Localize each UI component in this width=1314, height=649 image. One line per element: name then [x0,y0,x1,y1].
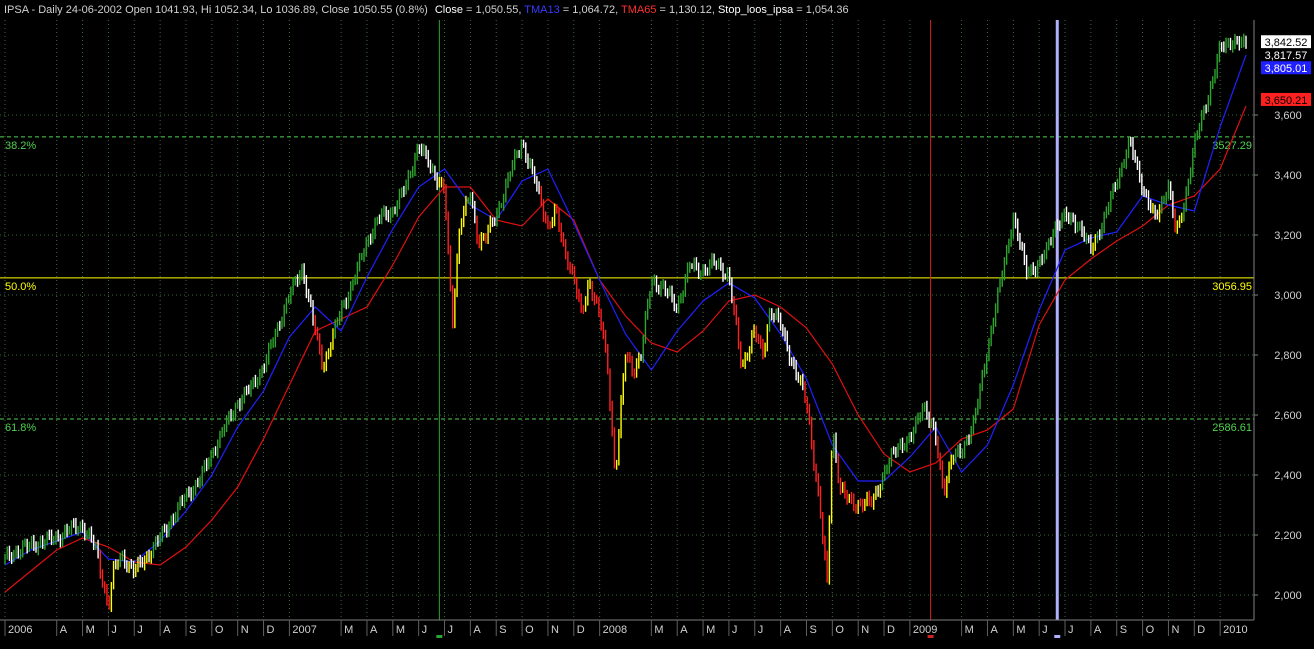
time-tick-label: J [1042,624,1048,636]
time-tick-label: M [344,624,353,636]
price-tick-label: 2,400 [1274,470,1302,482]
chart-header: IPSA - Daily 24-06-2002 Open 1041.93, Hi… [4,4,849,16]
price-tick-label: 3,600 [1274,110,1302,122]
time-tick-label: N [551,624,559,636]
time-tick-label: M [86,624,95,636]
time-tick-label: M [706,624,715,636]
fib-value-label: 3056.95 [1212,281,1252,293]
fib-value-label: 2586.61 [1212,422,1252,434]
time-tick-label: M [396,624,405,636]
time-tick-label: S [189,624,196,636]
header-stop-value: = 1,054.36 [796,4,848,16]
header-tma13-value: = 1,064.72, [563,4,621,16]
time-tick-label: O [835,624,844,636]
time-tick-label: J [758,624,764,636]
vertical-marker-tick [1054,635,1061,638]
time-tick-label: 2009 [913,624,937,636]
time-tick-label: A [370,624,378,636]
header-tma65-label: TMA65 [621,4,656,16]
price-tick-label: 3,400 [1274,170,1302,182]
time-tick-label: D [1197,624,1205,636]
time-tick-label: A [1094,624,1102,636]
time-tick-label: 2008 [603,624,627,636]
fib-value-label: 3527.29 [1212,140,1252,152]
time-tick-label: N [861,624,869,636]
time-tick-label: 2006 [8,624,32,636]
time-tick-label: N [241,624,249,636]
fib-name-label: 50.0% [5,281,36,293]
time-tick-label: S [809,624,816,636]
time-tick-label: M [965,624,974,636]
price-tick-label: 2,600 [1274,410,1302,422]
header-close-value: = 1,050.55, [466,4,524,16]
time-tick-label: 2010 [1223,624,1247,636]
value-tags: 3,842.523,817.573,805.01 3,650.21 [1261,35,1311,107]
time-tick-label: A [990,624,998,636]
time-tick-label: A [680,624,688,636]
time-tick-label: A [473,624,481,636]
value-tag-label: 3,805.01 [1265,63,1308,75]
time-tick-label: S [1120,624,1127,636]
time-tick-label: D [577,624,585,636]
time-tick-label: M [654,624,663,636]
header-close-label: Close [435,4,463,16]
time-tick-label: D [887,624,895,636]
time-tick-label: S [499,624,506,636]
header-instrument: IPSA - Daily 24-06-2002 Open 1041.93, Hi… [4,4,428,16]
value-tag-label: 3,842.52 [1265,37,1308,49]
price-tick-label: 2,200 [1274,530,1302,542]
price-chart[interactable]: 38.2% 3527.29 50.0% 3056.95 61.8% 2586.61 2,0… [0,0,1314,649]
time-tick-label: J [111,624,117,636]
price-tick-label: 3,200 [1274,230,1302,242]
header-tma65-value: = 1,130.12, [660,4,718,16]
time-tick-label: O [1146,624,1155,636]
time-tick-label: A [163,624,171,636]
fib-name-label: 38.2% [5,140,36,152]
value-tag-label: 3,817.57 [1265,50,1308,62]
vertical-marker-tick [436,635,443,638]
price-tick-label: 3,000 [1274,290,1302,302]
value-tag-label: 3,650.21 [1265,95,1308,107]
time-tick-label: O [525,624,534,636]
time-tick-label: D [267,624,275,636]
time-tick-label: N [1171,624,1179,636]
time-tick-label: J [137,624,143,636]
time-tick-label: A [784,624,792,636]
time-tick-label: J [448,624,454,636]
time-tick-label: 2007 [292,624,316,636]
header-tma13-label: TMA13 [524,4,559,16]
time-tick-label: A [60,624,68,636]
time-tick-label: J [732,624,738,636]
price-tick-label: 2,000 [1274,590,1302,602]
header-stop-label: Stop_loos_ipsa [718,4,794,16]
price-tick-label: 2,800 [1274,350,1302,362]
time-tick-label: M [1016,624,1025,636]
time-tick-label: J [1068,624,1074,636]
time-tick-label: O [215,624,224,636]
time-tick-label: J [422,624,428,636]
fib-name-label: 61.8% [5,422,36,434]
